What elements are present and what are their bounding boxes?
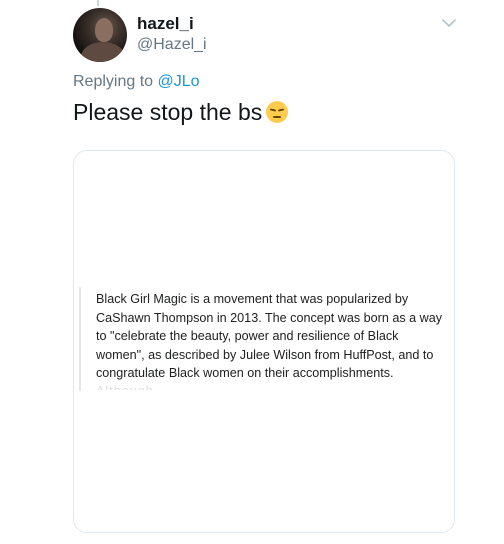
thread-line (97, 0, 99, 6)
avatar-face (95, 18, 113, 42)
link-card[interactable]: Black Girl Magic is a movement that was … (73, 150, 455, 533)
avatar-shoulder (81, 42, 125, 62)
chevron-down-icon[interactable] (442, 18, 456, 28)
tweet: hazel_i @Hazel_i Replying to @JLo Please… (0, 0, 504, 544)
avatar[interactable] (73, 8, 127, 62)
replying-to: Replying to @JLo (73, 73, 200, 91)
display-name[interactable]: hazel_i (137, 14, 194, 34)
replying-to-mention[interactable]: @JLo (158, 73, 200, 90)
quote-text: Black Girl Magic is a movement that was … (96, 292, 443, 381)
quote-bar (79, 287, 81, 391)
user-handle[interactable]: @Hazel_i (137, 36, 207, 54)
quote-cutoff-text: Although (96, 384, 154, 390)
pensive-face-emoji (266, 101, 289, 123)
tweet-body: Please stop the bs (73, 99, 263, 125)
tweet-text: Please stop the bs (73, 99, 289, 126)
replying-prefix: Replying to (73, 73, 158, 90)
